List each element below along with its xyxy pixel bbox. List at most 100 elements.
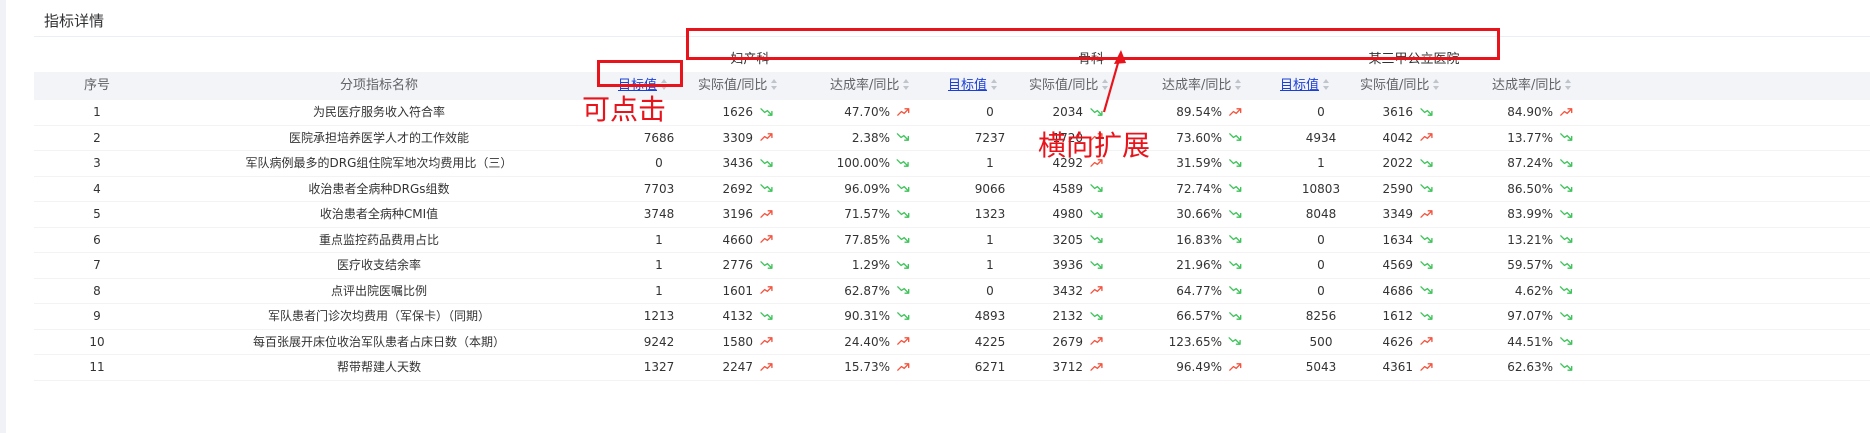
sort-icon[interactable] [990,78,998,92]
table-row: 2 医院承担培养医学人才的工作效能 7686 3309 2.38% 7237 1720 73.… [34,126,1870,151]
trend-down-icon [1559,362,1573,371]
cell-target: 1 [986,232,994,247]
sort-icon[interactable] [770,78,778,92]
cell-actual: 2590 [1382,177,1433,202]
trend-down-icon [1089,311,1103,320]
cell-rate: 86.50% [1507,177,1573,202]
cell-actual: 4980 [1052,202,1103,227]
col-header-actual-3[interactable]: 实际值/同比 [1360,72,1440,100]
table-row: 7 医疗收支结余率 1 2776 1.29% 1 3936 21.96% 0 4569 59.57% [34,253,1870,279]
col-header-target-3[interactable]: 目标值 [1280,72,1330,100]
target-link-3[interactable]: 目标值 [1280,78,1319,93]
sort-icon[interactable] [1234,78,1242,92]
cell-rate: 16.83% [1176,228,1242,253]
cell-rate-value: 62.63% [1507,360,1553,374]
cell-actual-value: 3436 [722,156,753,170]
trend-down-icon [1419,260,1433,269]
cell-actual: 4042 [1382,126,1433,151]
cell-indicator-name: 为民医疗服务收入符合率 [312,105,446,119]
cell-rate: 44.51% [1507,330,1573,355]
cell-actual: 2132 [1052,304,1103,329]
cell-actual: 4361 [1382,355,1433,380]
sort-icon[interactable] [1432,78,1440,92]
sort-icon[interactable] [1564,78,1572,92]
cell-target: 0 [1317,258,1325,272]
sort-icon[interactable] [1322,78,1330,92]
cell-rate-value: 72.74% [1176,181,1222,196]
cell-rate-value: 86.50% [1507,181,1553,196]
col-header-rate-1[interactable]: 达成率/同比 [830,72,910,100]
col-header-rate-2[interactable]: 达成率/同比 [1162,72,1242,100]
cell-rate-value: 2.38% [851,130,890,145]
trend-down-icon [1559,209,1573,218]
cell-actual-value: 3309 [722,130,753,145]
cell-actual-value: 3616 [1382,105,1413,119]
cell-index: 4 [93,181,101,196]
trend-down-icon [1559,311,1573,320]
cell-rate-value: 77.85% [844,232,890,247]
cell-index: 10 [89,334,105,349]
trend-down-icon [1559,337,1573,345]
trend-down-icon [1089,235,1103,243]
cell-rate: 89.54% [1176,100,1242,125]
col-header-rate-1-label: 达成率/同比 [830,78,900,93]
trend-down-icon [759,158,773,167]
col-header-actual-1[interactable]: 实际值/同比 [698,72,778,100]
cell-actual-value: 1626 [722,105,753,119]
trend-down-icon [1089,260,1103,269]
trend-down-icon [1228,133,1242,141]
cell-rate: 1.29% [852,253,910,278]
annotation-arrow-icon [1102,50,1126,113]
cell-actual: 4626 [1382,330,1433,355]
cell-actual: 2247 [722,355,773,380]
cell-rate: 96.09% [844,177,910,202]
cell-actual: 1626 [722,100,773,125]
cell-target: 10803 [1301,181,1341,196]
cell-actual: 3349 [1382,202,1433,227]
trend-down-icon [1228,311,1242,320]
trend-down-icon [759,107,773,116]
trend-down-icon [896,311,910,320]
cell-actual-value: 2679 [1052,334,1083,349]
cell-rate: 90.31% [844,304,910,329]
cell-rate: 13.77% [1507,126,1573,151]
cell-target: 7237 [974,130,1006,145]
cell-rate-value: 30.66% [1176,207,1222,221]
cell-target: 6271 [974,360,1006,374]
trend-down-icon [896,184,910,192]
cell-rate: 24.40% [844,330,910,355]
cell-rate-value: 123.65% [1168,334,1222,349]
sort-icon[interactable] [902,78,910,92]
cell-actual-value: 2022 [1382,156,1413,170]
cell-actual-value: 3936 [1052,258,1083,272]
cell-actual: 1601 [722,279,773,304]
cell-target: 1323 [974,207,1006,221]
col-header-rate-3[interactable]: 达成率/同比 [1492,72,1572,100]
table-row: 6 重点监控药品费用占比 1 4660 77.85% 1 3205 16.83% 0 1634 13… [34,228,1870,253]
cell-actual: 3436 [722,151,773,176]
trend-up-icon [1419,133,1433,141]
trend-up-icon [896,107,910,116]
cell-rate: 84.90% [1507,100,1573,125]
cell-target: 0 [655,156,663,170]
annotation-horizontal-expand: 横向扩展 [1038,129,1151,162]
cell-actual: 4132 [722,304,773,329]
cell-index: 6 [93,232,101,247]
cell-index: 8 [93,283,101,298]
cell-actual-value: 1580 [722,334,753,349]
trend-up-icon [759,235,773,243]
trend-down-icon [1228,209,1242,218]
cell-actual-value: 3196 [722,207,753,221]
target-link-2[interactable]: 目标值 [948,78,987,93]
cell-target: 1 [986,258,994,272]
table-row: 9 军队患者门诊次均费用（军保卡）（同期） 1213 4132 90.31% 4893 21… [34,304,1870,330]
col-header-target-2[interactable]: 目标值 [948,72,998,100]
cell-actual: 2776 [722,253,773,278]
annotation-box-target [597,60,683,87]
trend-up-icon [1228,107,1242,116]
col-header-actual-3-label: 实际值/同比 [1360,78,1430,93]
cell-rate: 83.99% [1507,202,1573,227]
trend-up-icon [759,362,773,371]
cell-target: 0 [1317,105,1325,119]
cell-target: 5043 [1305,360,1337,374]
